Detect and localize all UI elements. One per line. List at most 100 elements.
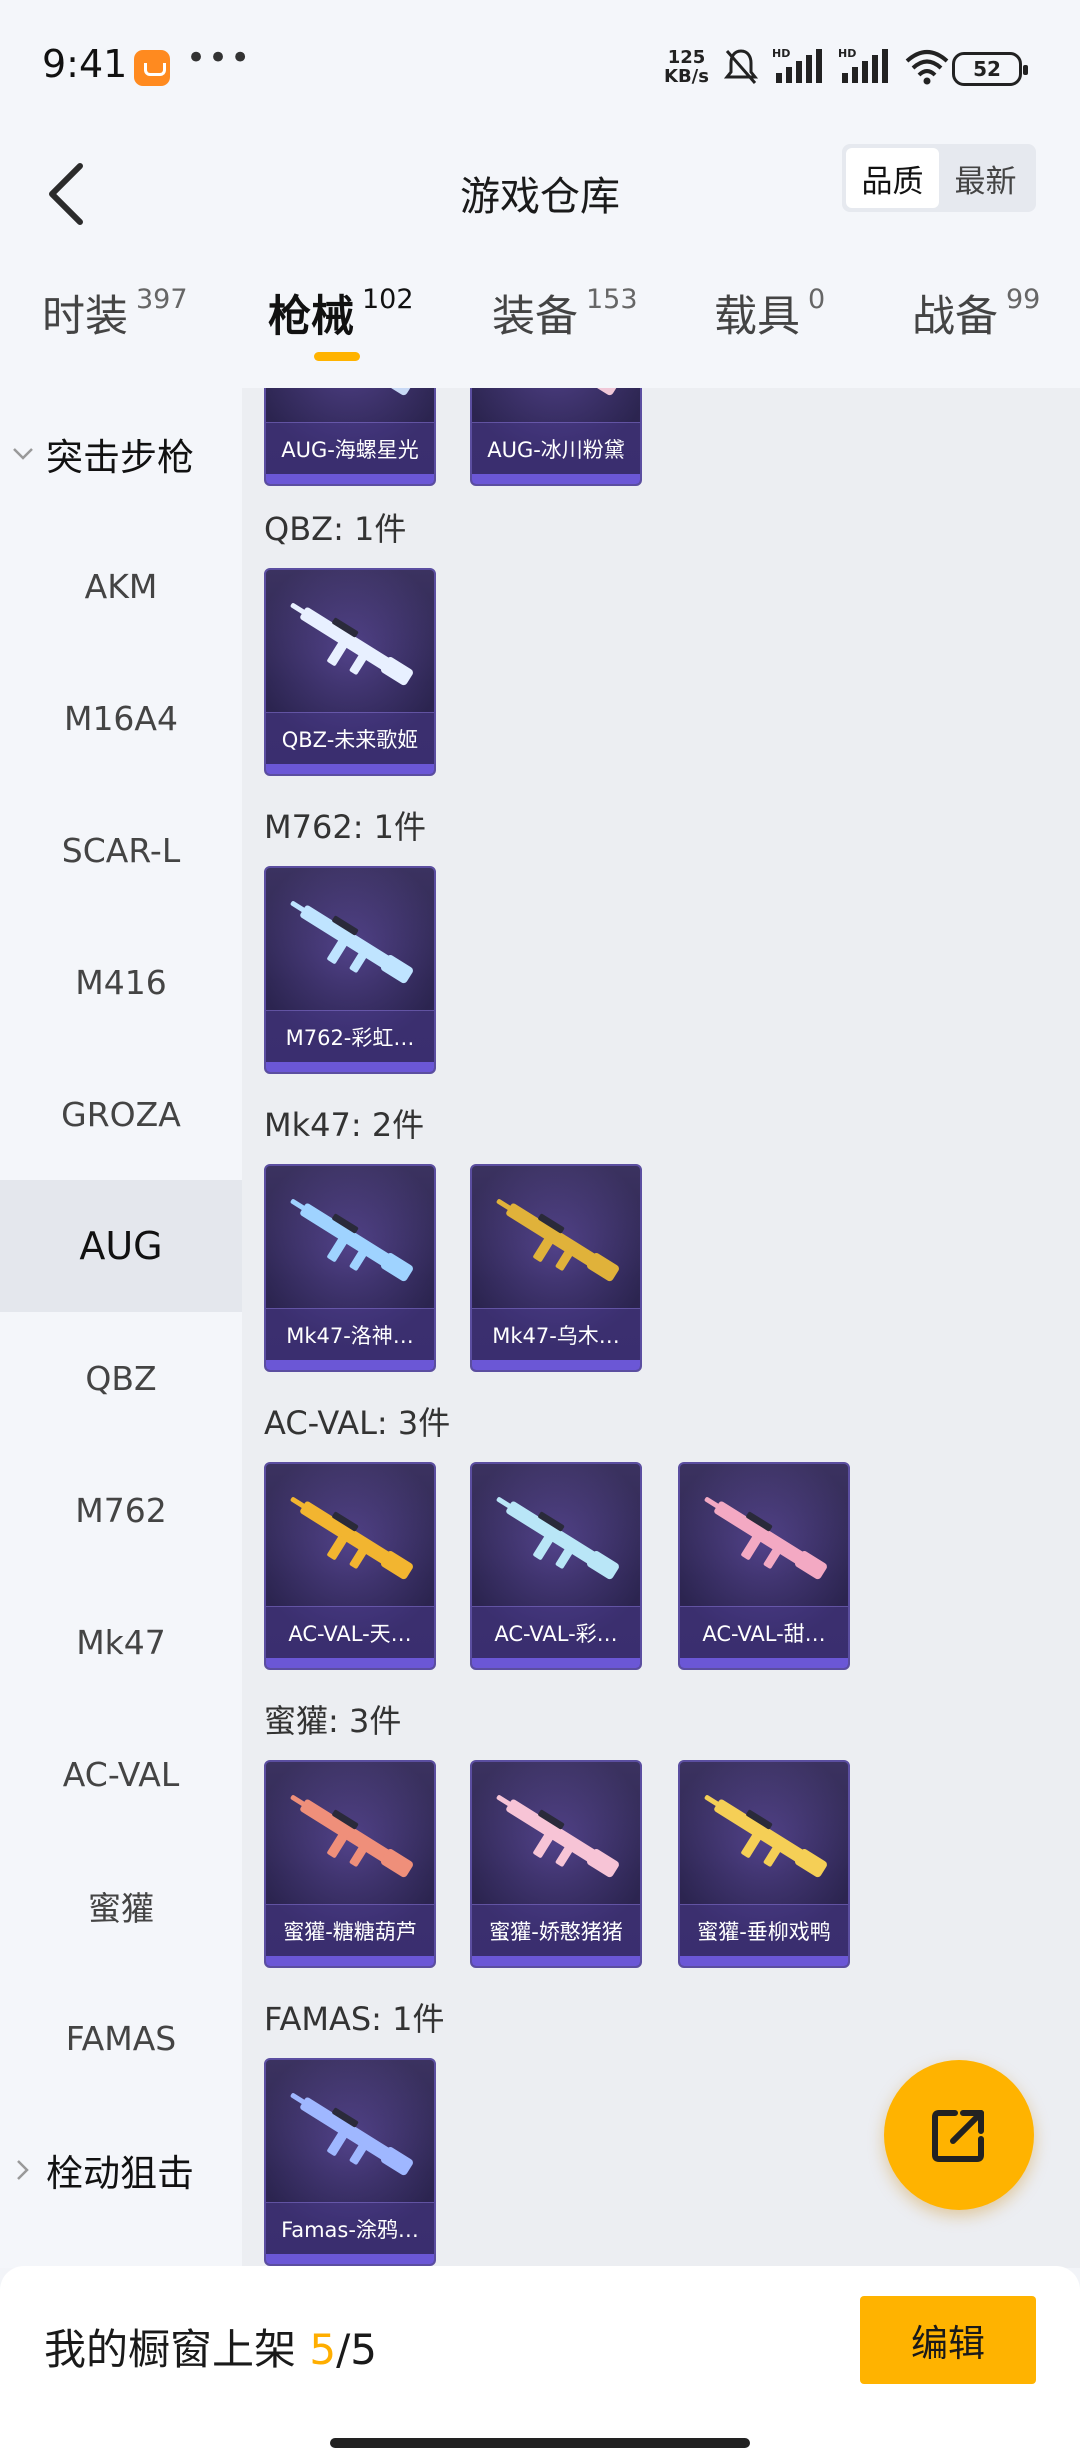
skin-card[interactable]: Mk47-乌木… (470, 1164, 642, 1372)
tab-count: 102 (362, 284, 414, 315)
more-notifications-icon: ••• (186, 38, 253, 78)
network-speed-value: 125 (667, 47, 706, 68)
section-title-m762: M762: 1件 (264, 808, 427, 846)
sidebar-group-bolt-action-snipers[interactable]: 栓动狙击 (0, 2104, 242, 2236)
skin-card[interactable]: M762-彩虹… (264, 866, 436, 1074)
skin-card[interactable]: 蜜獾-垂柳戏鸭 (678, 1760, 850, 1968)
sidebar-item-m416[interactable]: M416 (0, 916, 242, 1048)
gun-skin-image (496, 1795, 619, 1878)
tab-label: 装备 (492, 292, 578, 342)
skin-name: 蜜獾-娇憨猪猪 (472, 1904, 640, 1956)
skin-name: Mk47-洛神… (266, 1308, 434, 1360)
status-time: 9:41 (42, 42, 128, 86)
gun-skin-image (704, 1497, 827, 1580)
svg-text:HD: HD (772, 47, 790, 60)
skin-card[interactable]: 蜜獾-娇憨猪猪 (470, 1760, 642, 1968)
showcase-label: 我的橱窗上架 (44, 2325, 297, 2374)
active-tab-indicator (314, 352, 360, 361)
gun-skin-image (586, 388, 619, 396)
sidebar-item-famas[interactable]: FAMAS (0, 1972, 242, 2104)
tab-supplies[interactable]: 战备 99 (912, 282, 1040, 344)
gun-skin-image (704, 1795, 827, 1878)
rarity-bar (472, 1658, 640, 1668)
skin-name: AUG-海螺星光 (266, 422, 434, 474)
header: 游戏仓库 品质 最新 (0, 136, 1080, 252)
skin-card[interactable]: QBZ-未来歌姬 (264, 568, 436, 776)
skin-name: AC-VAL-天… (266, 1606, 434, 1658)
battery-indicator: 52 (952, 52, 1028, 86)
sort-toggle: 品质 最新 (842, 144, 1036, 212)
rarity-bar (266, 1062, 434, 1072)
gun-skin-image (290, 2093, 413, 2176)
tab-firearms[interactable]: 枪械 102 (268, 282, 414, 344)
skin-card[interactable]: Famas-涂鸦… (264, 2058, 436, 2266)
skin-card[interactable]: AC-VAL-彩… (470, 1462, 642, 1670)
skin-name: Mk47-乌木… (472, 1308, 640, 1360)
skin-card[interactable]: 蜜獾-糖糖葫芦 (264, 1760, 436, 1968)
weapon-skins-grid: AUG-海螺星光 AUG-冰川粉黛 QBZ: 1件 QBZ-未来歌姬 M762:… (242, 388, 1080, 2268)
section-title-famas: FAMAS: 1件 (264, 2000, 445, 2038)
section-title-qbz: QBZ: 1件 (264, 510, 407, 548)
skin-card[interactable]: AC-VAL-甜… (678, 1462, 850, 1670)
skin-card[interactable]: AC-VAL-天… (264, 1462, 436, 1670)
showcase-current-count: 5 (309, 2325, 337, 2374)
gun-skin-image (496, 1497, 619, 1580)
status-icons: HD HD (724, 44, 950, 88)
tab-count: 0 (808, 284, 826, 315)
section-title-honey-badger: 蜜獾: 3件 (264, 1702, 402, 1740)
skin-card[interactable]: AUG-海螺星光 (264, 388, 436, 486)
sidebar-item-aug[interactable]: AUG (0, 1180, 242, 1312)
skin-name: Famas-涂鸦… (266, 2202, 434, 2254)
category-tabs: 时装 397 枪械 102 装备 153 载具 0 战备 99 (0, 252, 1080, 388)
home-indicator (330, 2438, 750, 2448)
sidebar-item-akm[interactable]: AKM (0, 520, 242, 652)
mute-bell-icon (724, 49, 758, 84)
signal-hd-2-icon: HD (838, 47, 888, 83)
tab-equipment[interactable]: 装备 153 (492, 282, 638, 344)
sidebar-group-assault-rifles[interactable]: 突击步枪 (0, 388, 242, 520)
showcase-total-count: /5 (336, 2325, 377, 2374)
sidebar-item-scar-l[interactable]: SCAR-L (0, 784, 242, 916)
sidebar-item-honey-badger[interactable]: 蜜獾 (0, 1840, 242, 1972)
skin-name: 蜜獾-垂柳戏鸭 (680, 1904, 848, 1956)
rarity-bar (266, 2254, 434, 2264)
sidebar-item-m762[interactable]: M762 (0, 1444, 242, 1576)
rarity-bar (266, 1658, 434, 1668)
sidebar-item-mk47[interactable]: Mk47 (0, 1576, 242, 1708)
gun-skin-image (290, 603, 413, 686)
tab-label: 枪械 (268, 292, 354, 342)
sidebar-item-groza[interactable]: GROZA (0, 1048, 242, 1180)
rarity-bar (680, 1956, 848, 1966)
skin-name: 蜜獾-糖糖葫芦 (266, 1904, 434, 1956)
rarity-bar (266, 474, 434, 484)
skin-card[interactable]: Mk47-洛神… (264, 1164, 436, 1372)
sidebar-group-label: 栓动狙击 (46, 2152, 194, 2195)
chevron-down-icon (0, 447, 46, 461)
skin-name: QBZ-未来歌姬 (266, 712, 434, 764)
tab-vehicles[interactable]: 载具 0 (714, 282, 825, 344)
skin-card[interactable]: AUG-冰川粉黛 (470, 388, 642, 486)
skin-name: AUG-冰川粉黛 (472, 422, 640, 474)
rarity-bar (266, 764, 434, 774)
gun-skin-image (290, 901, 413, 984)
rarity-bar (472, 1360, 640, 1370)
gun-skin-image (496, 1199, 619, 1282)
share-button[interactable] (884, 2060, 1034, 2210)
svg-text:HD: HD (838, 47, 856, 60)
edit-button[interactable]: 编辑 (860, 2296, 1036, 2384)
shopping-app-icon (134, 50, 170, 86)
gun-skin-image (290, 1795, 413, 1878)
rarity-bar (472, 1956, 640, 1966)
sort-by-quality[interactable]: 品质 (846, 148, 939, 208)
tab-fashion[interactable]: 时装 397 (42, 282, 188, 344)
sidebar-item-m16a4[interactable]: M16A4 (0, 652, 242, 784)
skin-name: M762-彩虹… (266, 1010, 434, 1062)
gun-skin-image (290, 1497, 413, 1580)
wifi-icon (905, 50, 949, 85)
sidebar-item-ac-val[interactable]: AC-VAL (0, 1708, 242, 1840)
tab-label: 载具 (714, 292, 800, 342)
tab-count: 153 (586, 284, 638, 315)
sidebar-item-qbz[interactable]: QBZ (0, 1312, 242, 1444)
gun-skin-image (290, 1199, 413, 1282)
sort-by-newest[interactable]: 最新 (939, 148, 1032, 208)
